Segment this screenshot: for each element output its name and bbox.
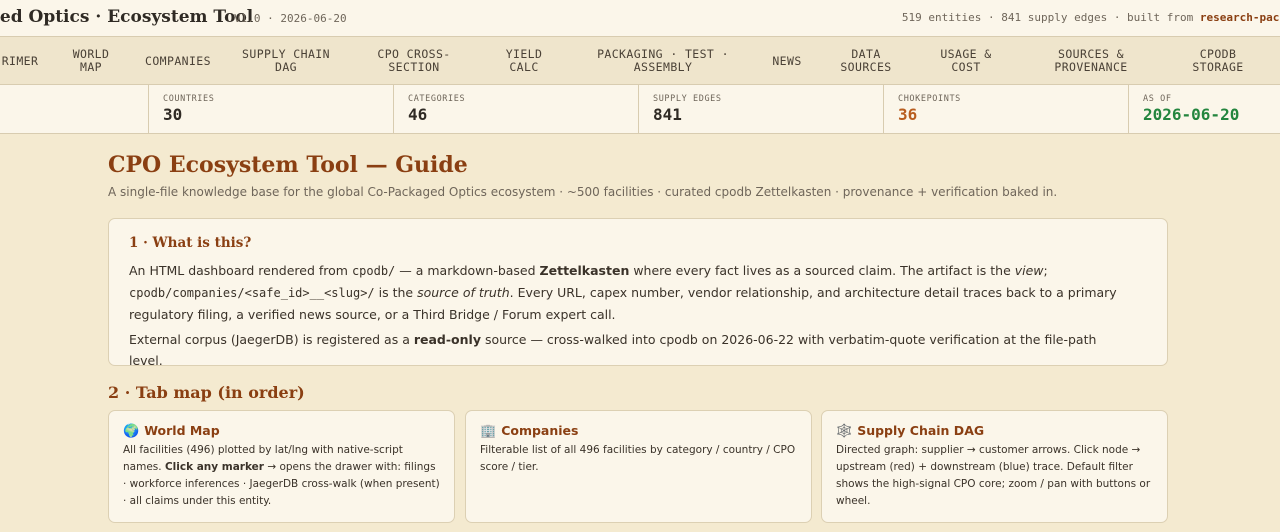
stat-label: AS OF: [1143, 94, 1172, 104]
tab-label-line2: COST: [951, 60, 981, 74]
stat-value: 2026-06-20: [1143, 105, 1240, 124]
stats-strip: COUNTRIES 30 CATEGORIES 46 SUPPLY EDGES …: [0, 85, 1280, 134]
tab-label-line2: DAG: [275, 60, 297, 74]
tab-label: RIMER: [1, 53, 39, 68]
tab-world-map[interactable]: WORLD MAP: [60, 37, 122, 85]
tab-usage-cost[interactable]: USAGE & COST: [932, 37, 1000, 85]
tab-data-sources[interactable]: DATA SOURCES: [834, 37, 898, 85]
page-title: CPO Ecosystem Tool — Guide: [108, 152, 468, 178]
tab-supply-chain-dag[interactable]: SUPPLY CHAIN DAG: [232, 37, 340, 85]
tab-card-desc: Filterable list of all 496 facilities by…: [480, 442, 798, 476]
app-meta-text: 519 entities · 841 supply edges · built …: [901, 11, 1200, 24]
corpus-paragraph: External corpus (JaegerDB) is registered…: [129, 329, 1129, 371]
stat-value: 30: [163, 105, 183, 124]
tab-primer[interactable]: RIMER: [0, 37, 50, 85]
text: — a markdown-based: [395, 263, 540, 278]
text: where every fact lives as a sourced clai…: [629, 263, 1015, 278]
text: Filterable list of all 496 facilities by…: [480, 444, 796, 473]
tab-companies[interactable]: COMPANIES: [136, 37, 220, 85]
code-path: cpodb/companies/<safe_id>__<slug>/: [129, 286, 375, 300]
intro-paragraph: An HTML dashboard rendered from cpodb/ —…: [129, 260, 1129, 325]
bold-text: Zettelkasten: [539, 263, 630, 278]
tab-news[interactable]: NEWS: [762, 37, 812, 85]
stat-supply-edges: SUPPLY EDGES 841: [638, 85, 883, 134]
stat-label: CHOKEPOINTS: [898, 94, 961, 104]
card-title-text: World Map: [144, 423, 220, 438]
card-title-text: Supply Chain DAG: [857, 423, 985, 438]
tab-label-line2: CALC: [509, 60, 539, 74]
section-heading: 1 · What is this?: [129, 235, 252, 251]
stat-value: 841: [653, 105, 682, 124]
stat-label: SUPPLY EDGES: [653, 94, 722, 104]
tab-label-line2: MAP: [80, 60, 102, 74]
section-what-is-this: 1 · What is this? An HTML dashboard rend…: [108, 218, 1168, 368]
tab-card-title: 🏢 Companies: [480, 423, 578, 439]
stat-as-of: AS OF 2026-06-20: [1128, 85, 1280, 134]
stat-chokepoints: CHOKEPOINTS 36: [883, 85, 1128, 134]
app-meta: 519 entities · 841 supply edges · built …: [902, 11, 1280, 24]
tab-sources-provenance[interactable]: SOURCES & PROVENANCE: [1046, 37, 1136, 85]
text: Directed graph: supplier → customer arro…: [836, 444, 1151, 507]
tab-label-line2: SOURCES: [840, 60, 892, 74]
tab-label-line2: ASSEMBLY: [633, 60, 693, 74]
italic-text: source of truth: [417, 285, 510, 300]
tab-card-desc: All facilities (496) plotted by lat/lng …: [123, 442, 441, 510]
app-version: V1.0 · 2026-06-20: [234, 12, 347, 25]
tab-card-companies: 🏢 Companies Filterable list of all 496 fa…: [465, 410, 812, 523]
stat-value: 46: [408, 105, 428, 124]
nav-tabs: RIMER WORLD MAP COMPANIES SUPPLY CHAIN DAG…: [0, 37, 1280, 85]
bold-text: Click any marker: [164, 461, 264, 473]
tab-label: NEWS: [772, 53, 802, 68]
tab-card-world-map: 🌍 World Map All facilities (496) plotted …: [108, 410, 455, 523]
title-bar: ged Optics · Ecosystem Tool V1.0 · 2026-…: [0, 0, 1280, 37]
tab-label-line2: STORAGE: [1192, 60, 1244, 74]
tab-cpo-cross-section[interactable]: CPO CROSS- SECTION: [364, 37, 464, 85]
tab-yield-calc[interactable]: YIELD CALC: [494, 37, 554, 85]
code-path: cpodb/: [351, 264, 396, 278]
italic-text: view: [1014, 263, 1044, 278]
page-subtitle: A single-file knowledge base for the glo…: [108, 185, 1058, 199]
text: An HTML dashboard rendered from: [129, 263, 352, 278]
text: ;: [1043, 263, 1048, 278]
card-title-text: Companies: [501, 423, 579, 438]
section-heading-tab-map: 2 · Tab map (in order): [108, 383, 305, 402]
text: External corpus (JaegerDB) is registered…: [129, 332, 414, 347]
stat-countries: COUNTRIES 30: [148, 85, 393, 134]
tab-label: COMPANIES: [145, 53, 211, 68]
tab-label-line2: SECTION: [388, 60, 440, 74]
tab-cpodb-storage[interactable]: CPODB STORAGE: [1184, 37, 1252, 85]
tab-label-line2: PROVENANCE: [1054, 60, 1128, 74]
app-title: ged Optics · Ecosystem Tool: [0, 7, 254, 27]
stat-categories: CATEGORIES 46: [393, 85, 638, 134]
globe-icon: 🌍: [123, 424, 140, 439]
tab-packaging-test-assembly[interactable]: PACKAGING · TEST · ASSEMBLY: [588, 37, 738, 85]
stat-value: 36: [898, 105, 918, 124]
stat-label: COUNTRIES: [163, 94, 215, 104]
stat-label: CATEGORIES: [408, 94, 466, 104]
tab-card-title: 🌍 World Map: [123, 423, 220, 439]
bold-text: read-only: [413, 332, 481, 347]
spider-web-icon: 🕸️: [836, 424, 853, 439]
office-building-icon: 🏢: [480, 424, 497, 439]
tab-card-title: 🕸️ Supply Chain DAG: [836, 423, 984, 439]
text: is the: [374, 285, 418, 300]
tab-card-desc: Directed graph: supplier → customer arro…: [836, 442, 1154, 510]
research-pack-link[interactable]: research-pack: [1200, 11, 1280, 24]
tab-card-supply-chain-dag: 🕸️ Supply Chain DAG Directed graph: suppl…: [821, 410, 1168, 523]
